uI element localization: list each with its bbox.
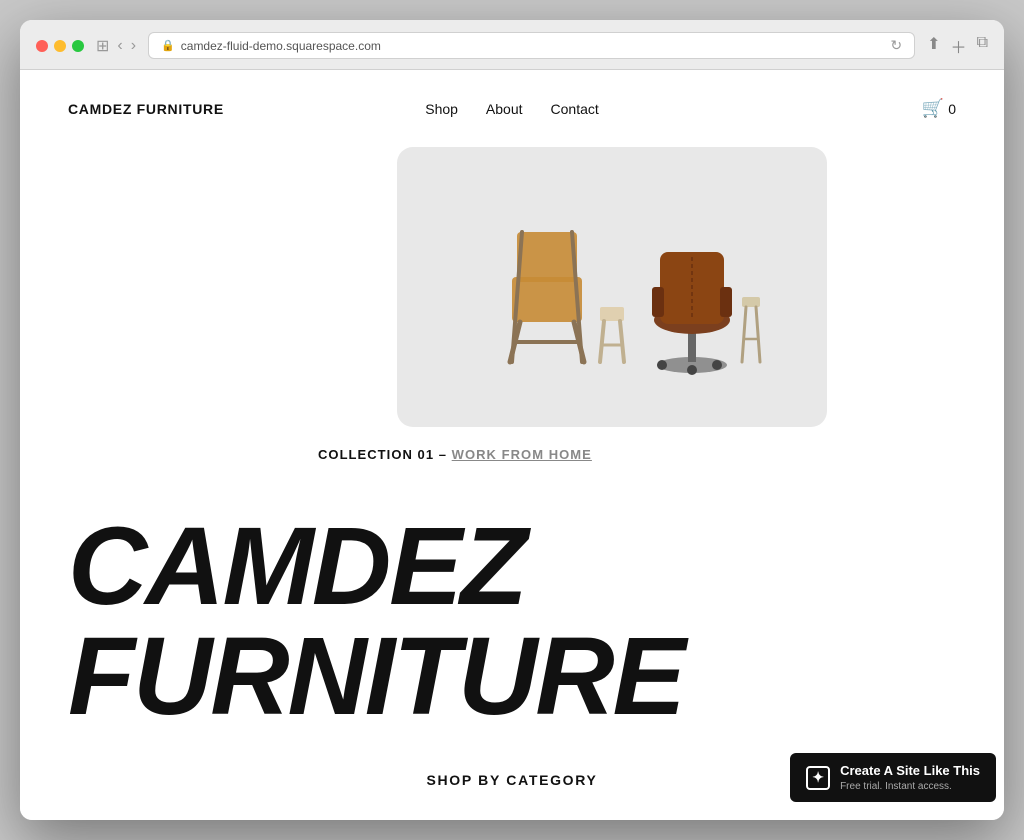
close-button[interactable] bbox=[36, 40, 48, 52]
site-header: CAMDEZ FURNITURE Shop About Contact 🛒 0 bbox=[20, 70, 1004, 147]
squarespace-badge[interactable]: ✦ Create A Site Like This Free trial. In… bbox=[790, 753, 996, 802]
site-nav: Shop About Contact bbox=[425, 101, 599, 117]
squarespace-logo-icon: ✦ bbox=[806, 766, 830, 790]
brand-big-text: CAMDEZ FURNITURE bbox=[20, 482, 1004, 742]
traffic-lights bbox=[36, 40, 84, 52]
browser-window: ⊞ ‹ › 🔒 camdez-fluid-demo.squarespace.co… bbox=[20, 20, 1004, 820]
new-tab-icon[interactable]: ＋ bbox=[951, 34, 967, 58]
lock-icon: 🔒 bbox=[161, 39, 175, 52]
maximize-button[interactable] bbox=[72, 40, 84, 52]
collection-link[interactable]: WORK FROM HOME bbox=[452, 447, 592, 462]
cart-area[interactable]: 🛒 0 bbox=[922, 98, 956, 119]
browser-chrome: ⊞ ‹ › 🔒 camdez-fluid-demo.squarespace.co… bbox=[20, 20, 1004, 70]
collection-label: COLLECTION 01 – WORK FROM HOME bbox=[318, 447, 592, 462]
site-logo: CAMDEZ FURNITURE bbox=[68, 101, 224, 117]
cart-icon: 🛒 bbox=[922, 98, 944, 119]
tab-overview-icon[interactable]: ⧉ bbox=[977, 34, 988, 58]
browser-actions: ⬆ ＋ ⧉ bbox=[927, 34, 988, 58]
back-icon[interactable]: ‹ bbox=[117, 37, 122, 55]
reload-icon[interactable]: ↻ bbox=[890, 37, 902, 54]
cart-count: 0 bbox=[948, 101, 956, 117]
share-icon[interactable]: ⬆ bbox=[927, 34, 940, 58]
sq-badge-text: Create A Site Like This Free trial. Inst… bbox=[840, 763, 980, 792]
url-text: camdez-fluid-demo.squarespace.com bbox=[181, 39, 381, 53]
nav-item-contact[interactable]: Contact bbox=[551, 101, 599, 117]
collection-image bbox=[397, 147, 827, 427]
forward-icon[interactable]: › bbox=[131, 37, 136, 55]
page: CAMDEZ FURNITURE Shop About Contact 🛒 0 bbox=[20, 70, 1004, 820]
nav-item-about[interactable]: About bbox=[486, 101, 523, 117]
nav-item-shop[interactable]: Shop bbox=[425, 101, 458, 117]
browser-controls: ⊞ ‹ › bbox=[96, 36, 136, 56]
minimize-button[interactable] bbox=[54, 40, 66, 52]
sidebar-toggle-icon[interactable]: ⊞ bbox=[96, 36, 109, 56]
chairs-illustration bbox=[452, 177, 772, 397]
collection-section: COLLECTION 01 – WORK FROM HOME bbox=[20, 147, 1004, 482]
address-bar[interactable]: 🔒 camdez-fluid-demo.squarespace.com ↻ bbox=[148, 32, 915, 59]
